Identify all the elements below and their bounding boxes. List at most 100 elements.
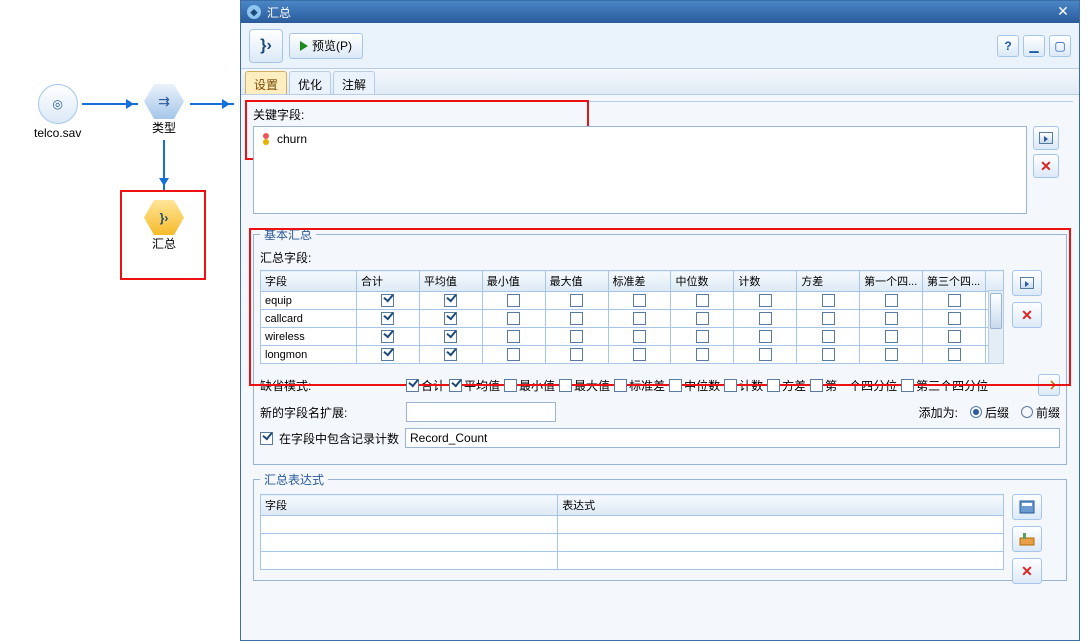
- checkbox[interactable]: [948, 330, 961, 343]
- checkbox[interactable]: [570, 348, 583, 361]
- checkbox[interactable]: [885, 294, 898, 307]
- check-cell[interactable]: [419, 328, 482, 346]
- check-cell[interactable]: [734, 310, 797, 328]
- checkbox[interactable]: [381, 294, 394, 307]
- check-cell[interactable]: [797, 292, 860, 310]
- field-cell[interactable]: longmon: [261, 346, 357, 364]
- radio-prefix[interactable]: 前缀: [1021, 404, 1060, 421]
- checkbox[interactable]: [759, 312, 772, 325]
- checkbox[interactable]: [406, 379, 419, 392]
- check-cell[interactable]: [545, 310, 608, 328]
- check-cell[interactable]: [671, 310, 734, 328]
- check-cell[interactable]: [545, 346, 608, 364]
- checkbox[interactable]: [444, 312, 457, 325]
- checkbox[interactable]: [696, 294, 709, 307]
- check-cell[interactable]: [608, 310, 671, 328]
- checkbox[interactable]: [633, 312, 646, 325]
- checkbox[interactable]: [759, 294, 772, 307]
- check-cell[interactable]: [357, 346, 420, 364]
- checkbox[interactable]: [381, 312, 394, 325]
- tab-annotate[interactable]: 注解: [333, 71, 375, 94]
- tab-settings[interactable]: 设置: [245, 71, 287, 94]
- scroll-thumb[interactable]: [990, 293, 1002, 329]
- checkbox[interactable]: [696, 312, 709, 325]
- checkbox[interactable]: [948, 348, 961, 361]
- field-picker-button[interactable]: [1033, 126, 1059, 150]
- check-cell[interactable]: [923, 310, 986, 328]
- checkbox[interactable]: [570, 294, 583, 307]
- table-header[interactable]: 字段: [261, 271, 357, 292]
- close-icon[interactable]: ✕: [1053, 4, 1073, 20]
- preview-button[interactable]: 预览(P): [289, 33, 363, 59]
- table-cell[interactable]: [261, 516, 558, 534]
- expression-table[interactable]: 字段 表达式: [260, 494, 1004, 570]
- check-cell[interactable]: [797, 310, 860, 328]
- table-header[interactable]: 平均值: [419, 271, 482, 292]
- checkbox[interactable]: [449, 379, 462, 392]
- checkbox[interactable]: [822, 312, 835, 325]
- check-cell[interactable]: [608, 328, 671, 346]
- field-cell[interactable]: callcard: [261, 310, 357, 328]
- checkbox[interactable]: [504, 379, 517, 392]
- field-picker-button[interactable]: [1012, 270, 1042, 296]
- remove-field-button[interactable]: ✕: [1012, 302, 1042, 328]
- check-cell[interactable]: [923, 292, 986, 310]
- expr-edit-button[interactable]: [1012, 526, 1042, 552]
- check-cell[interactable]: [482, 292, 545, 310]
- check-cell[interactable]: [357, 310, 420, 328]
- checkbox[interactable]: [948, 294, 961, 307]
- checkbox[interactable]: [822, 330, 835, 343]
- table-header[interactable]: 最小值: [482, 271, 545, 292]
- check-cell[interactable]: [482, 328, 545, 346]
- help-button[interactable]: ?: [997, 35, 1019, 57]
- checkbox[interactable]: [570, 330, 583, 343]
- checkbox[interactable]: [885, 312, 898, 325]
- summary-table[interactable]: 字段合计平均值最小值最大值标准差中位数计数方差第一个四...第三个四... eq…: [260, 270, 1004, 364]
- check-cell[interactable]: [545, 292, 608, 310]
- check-cell[interactable]: [860, 310, 923, 328]
- checkbox[interactable]: [614, 379, 627, 392]
- checkbox[interactable]: [669, 379, 682, 392]
- table-cell[interactable]: [261, 534, 558, 552]
- check-cell[interactable]: [419, 346, 482, 364]
- table-header[interactable]: 合计: [357, 271, 420, 292]
- table-row[interactable]: longmon: [261, 346, 1004, 364]
- check-cell[interactable]: [734, 292, 797, 310]
- include-count-checkbox[interactable]: [260, 432, 273, 445]
- check-cell[interactable]: [860, 292, 923, 310]
- check-cell[interactable]: [860, 346, 923, 364]
- check-cell[interactable]: [545, 328, 608, 346]
- checkbox[interactable]: [444, 330, 457, 343]
- checkbox[interactable]: [822, 294, 835, 307]
- checkbox[interactable]: [810, 379, 823, 392]
- table-header[interactable]: 方差: [797, 271, 860, 292]
- check-cell[interactable]: [482, 346, 545, 364]
- table-cell[interactable]: [558, 516, 1004, 534]
- new-name-ext-input[interactable]: [406, 402, 556, 422]
- checkbox[interactable]: [759, 330, 772, 343]
- checkbox[interactable]: [633, 330, 646, 343]
- expr-calc-button[interactable]: [1012, 494, 1042, 520]
- check-cell[interactable]: [608, 346, 671, 364]
- check-cell[interactable]: [860, 328, 923, 346]
- tab-optimize[interactable]: 优化: [289, 71, 331, 94]
- table-header[interactable]: 第一个四...: [860, 271, 923, 292]
- checkbox[interactable]: [885, 348, 898, 361]
- checkbox[interactable]: [444, 348, 457, 361]
- field-cell[interactable]: wireless: [261, 328, 357, 346]
- table-cell[interactable]: [558, 534, 1004, 552]
- checkbox[interactable]: [759, 348, 772, 361]
- checkbox[interactable]: [507, 312, 520, 325]
- checkbox[interactable]: [822, 348, 835, 361]
- checkbox[interactable]: [948, 312, 961, 325]
- node-aggregate[interactable]: }› 汇总: [144, 200, 184, 252]
- check-cell[interactable]: [923, 346, 986, 364]
- remove-key-button[interactable]: ✕: [1033, 154, 1059, 178]
- checkbox[interactable]: [633, 348, 646, 361]
- table-row[interactable]: callcard: [261, 310, 1004, 328]
- check-cell[interactable]: [734, 346, 797, 364]
- maximize-button[interactable]: ▢: [1049, 35, 1071, 57]
- key-field-list[interactable]: churn: [253, 126, 1027, 214]
- table-cell[interactable]: [261, 552, 558, 570]
- checkbox[interactable]: [724, 379, 737, 392]
